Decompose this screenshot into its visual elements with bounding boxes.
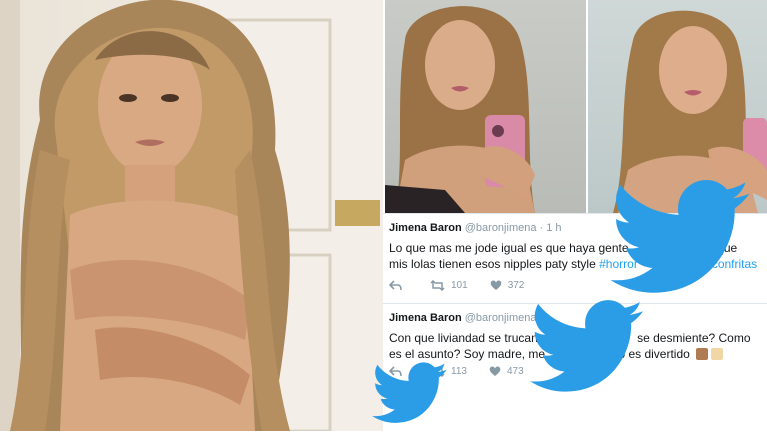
twitter-bird-icon [530, 300, 644, 392]
tweet-1-text-a: Lo que mas me jode igual es que haya gen… [389, 241, 629, 255]
retweet-count: 113 [451, 366, 467, 377]
like-button[interactable]: 372 [490, 280, 525, 291]
photo-selfie-1 [385, 0, 586, 213]
reply-button[interactable] [389, 280, 408, 291]
tweet-author-handle[interactable]: @baronjimena [465, 222, 537, 234]
reply-icon [389, 280, 402, 291]
retweet-count: 101 [451, 280, 468, 291]
tweet-2-header: Jimena Baron @baronjimena [389, 312, 536, 324]
like-icon [489, 366, 501, 376]
emoji-icon [711, 348, 724, 360]
tweet-1-actions: 101 372 [389, 280, 546, 291]
like-icon [490, 280, 502, 290]
tweet-1-text-c: mis lolas tienen esos nipples paty style [389, 257, 596, 271]
photo-woman-covering [0, 0, 383, 431]
retweet-button[interactable]: 101 [430, 280, 468, 291]
tweet-2-text-d: es el asunto? Soy madre, me [389, 347, 546, 361]
like-count: 372 [507, 280, 525, 291]
tweet-timestamp[interactable]: · 1 h [539, 222, 561, 234]
tweet-author-name[interactable]: Jimena Baron [389, 312, 462, 324]
tweet-2-text-a: Con que liviandad se trucan [389, 331, 538, 345]
tweet-author-name[interactable]: Jimena Baron [389, 222, 462, 234]
twitter-bird-icon [372, 362, 447, 423]
tweet-1-header: Jimena Baron @baronjimena · 1 h [389, 222, 561, 234]
tweet-2-text-c: se desmiente? Como [637, 331, 751, 345]
thumbs-up-emoji-icon [696, 348, 709, 360]
twitter-bird-icon [610, 180, 750, 293]
like-count: 473 [506, 366, 524, 377]
tweet-author-handle[interactable]: @baronjimena [465, 312, 537, 324]
retweet-icon [430, 280, 445, 291]
photo-left-illustration [0, 0, 383, 431]
like-button[interactable]: 473 [489, 366, 524, 377]
photo-selfie-1-illustration [385, 6, 535, 213]
